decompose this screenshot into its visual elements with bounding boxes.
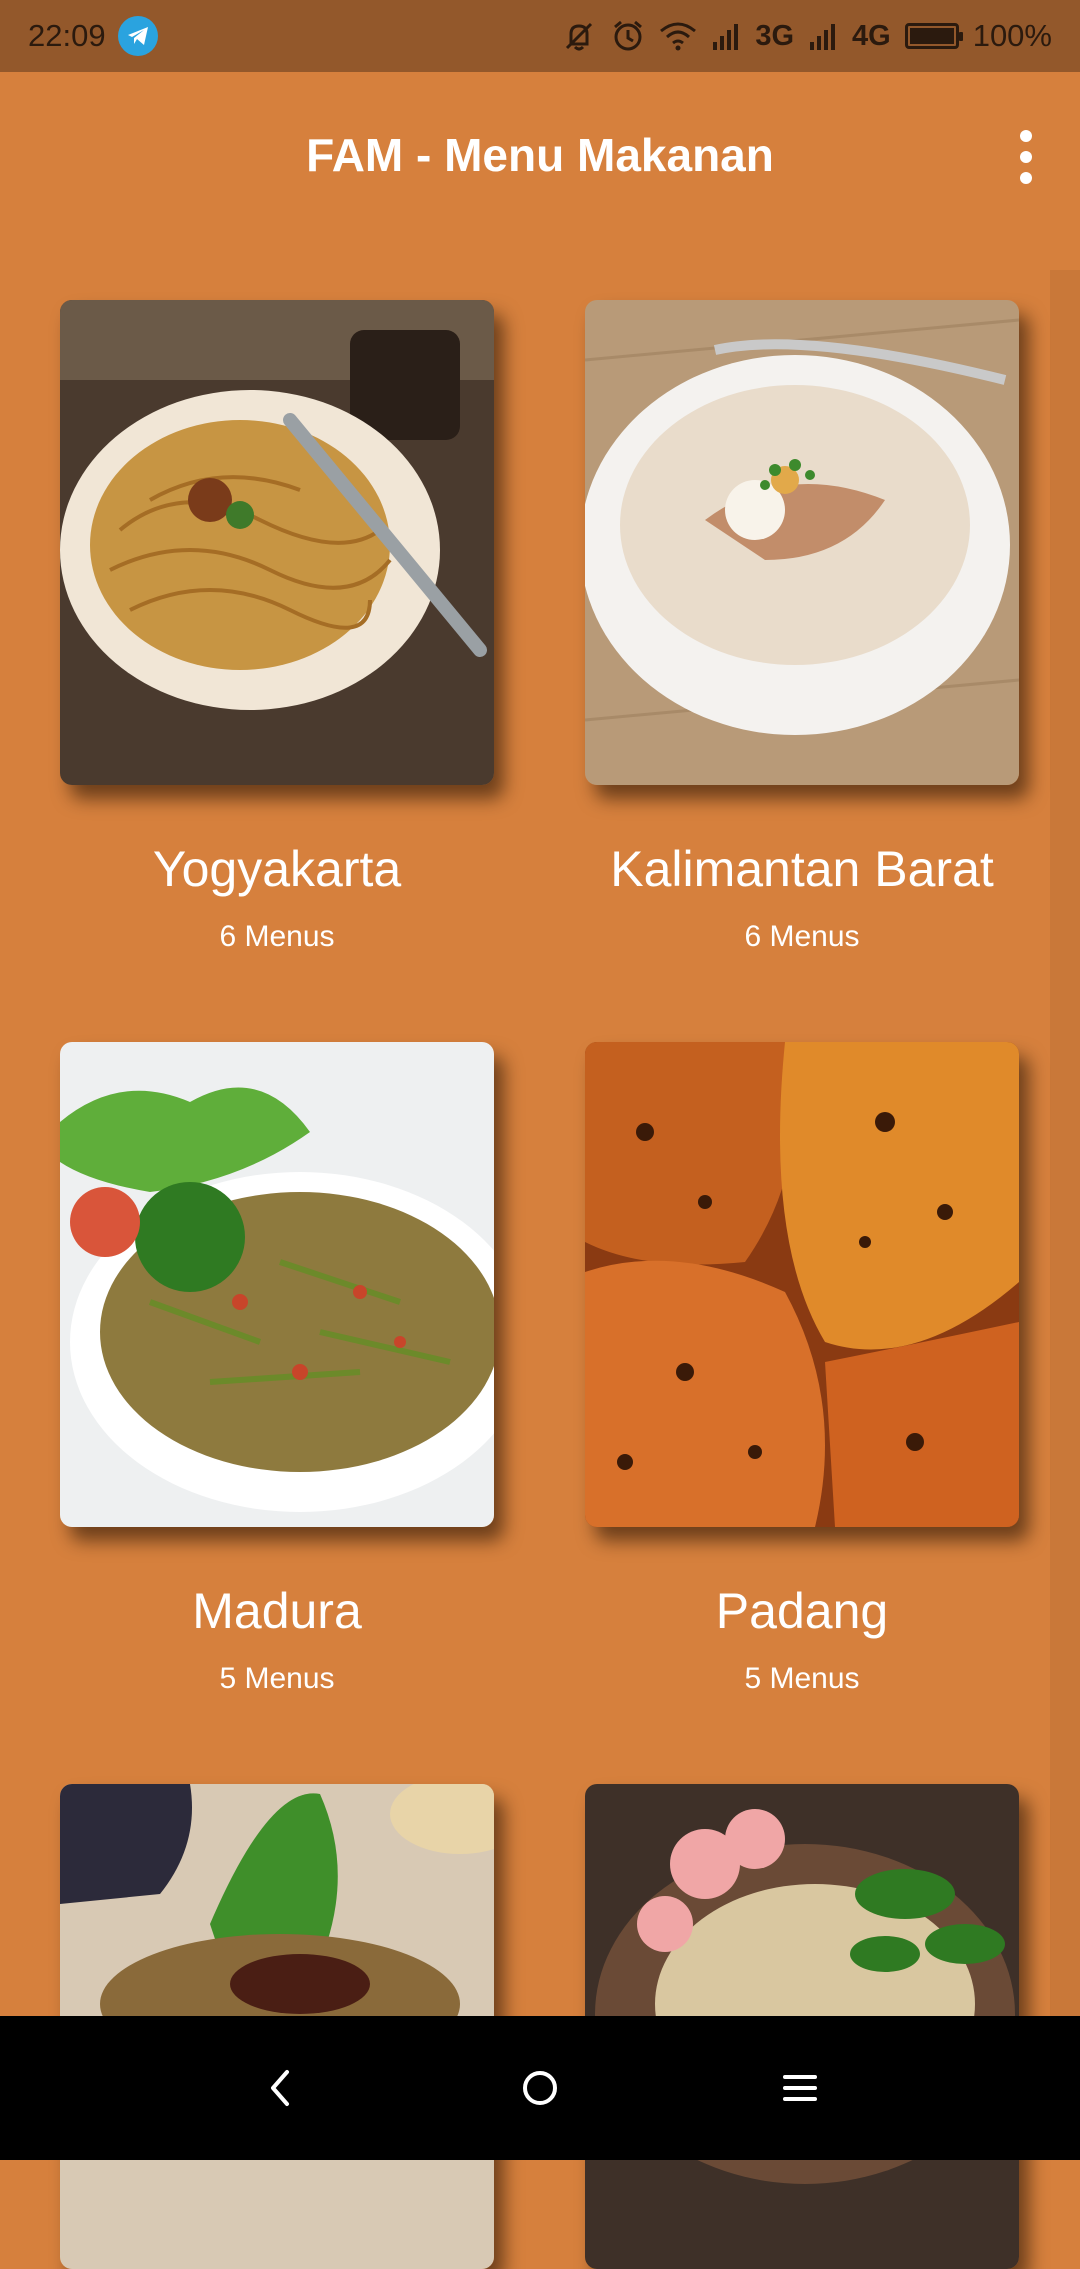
stir-fried-salad-photo: [60, 1042, 494, 1527]
region-name: Yogyakarta: [152, 841, 402, 897]
home-icon[interactable]: [500, 2048, 580, 2128]
system-nav-bar: [0, 2016, 1080, 2160]
region-card[interactable]: Padang 5 Menus: [585, 1042, 1019, 1695]
porridge-bowl-photo: [585, 300, 1019, 785]
region-card[interactable]: Madura 5 Menus: [60, 1042, 494, 1695]
back-icon[interactable]: [240, 2048, 320, 2128]
region-name: Padang: [715, 1583, 889, 1639]
menu-count: 6 Menus: [744, 920, 860, 953]
region-card[interactable]: Kalimantan Barat 6 Menus: [585, 300, 1019, 953]
recents-icon[interactable]: [760, 2048, 840, 2128]
region-name: Kalimantan Barat: [610, 841, 994, 897]
menu-count: 5 Menus: [219, 1662, 335, 1695]
region-grid: Yogyakarta 6 Menus Kalimantan Barat 6 Me…: [0, 0, 1080, 2269]
menu-count: 5 Menus: [744, 1662, 860, 1695]
scroll-edge: [1050, 270, 1080, 2020]
region-card[interactable]: Yogyakarta 6 Menus: [60, 300, 494, 953]
noodle-dish-photo: [60, 300, 494, 785]
region-name: Madura: [192, 1583, 362, 1639]
menu-count: 6 Menus: [219, 920, 335, 953]
grilled-chicken-photo: [585, 1042, 1019, 1527]
